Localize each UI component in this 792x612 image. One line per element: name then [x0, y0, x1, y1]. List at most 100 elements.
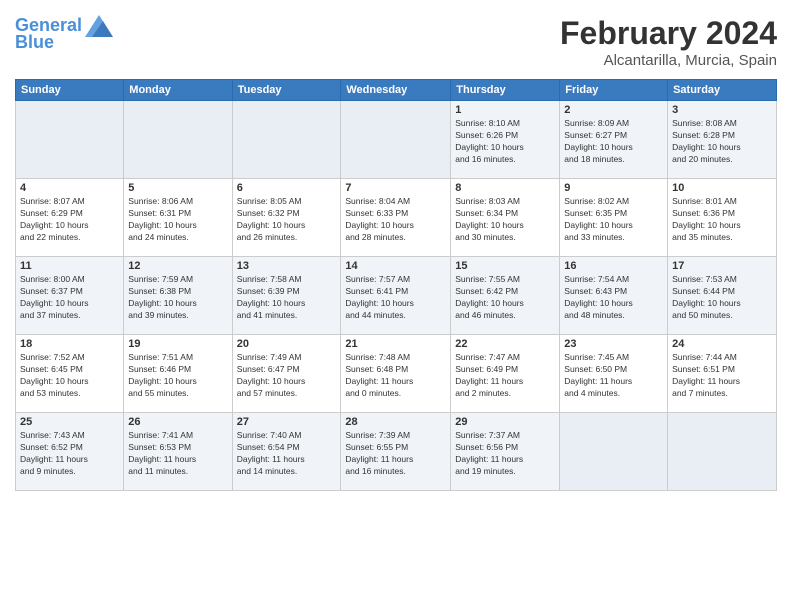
calendar-cell: 18 Sunrise: 7:52 AM Sunset: 6:45 PM Dayli…	[16, 335, 124, 413]
calendar-cell: 16 Sunrise: 7:54 AM Sunset: 6:43 PM Dayli…	[560, 257, 668, 335]
day-number: 2	[564, 104, 663, 116]
calendar-cell: 26Sunrise: 7:41 AM Sunset: 6:53 PM Dayli…	[124, 413, 232, 491]
calendar-cell: 12 Sunrise: 7:59 AM Sunset: 6:38 PM Dayli…	[124, 257, 232, 335]
calendar-cell	[124, 101, 232, 179]
calendar-cell: 9Sunrise: 8:02 AM Sunset: 6:35 PM Daylig…	[560, 179, 668, 257]
day-number: 12	[128, 260, 227, 272]
calendar-week-row: 4Sunrise: 8:07 AM Sunset: 6:29 PM Daylig…	[16, 179, 777, 257]
day-info: Sunrise: 8:07 AM Sunset: 6:29 PM Dayligh…	[20, 196, 119, 244]
day-info: Sunrise: 8:09 AM Sunset: 6:27 PM Dayligh…	[564, 118, 663, 166]
calendar-cell: 6 Sunrise: 8:05 AM Sunset: 6:32 PM Daylig…	[232, 179, 341, 257]
calendar-cell	[232, 101, 341, 179]
calendar-week-row: 18 Sunrise: 7:52 AM Sunset: 6:45 PM Dayli…	[16, 335, 777, 413]
day-info: Sunrise: 7:39 AM Sunset: 6:55 PM Dayligh…	[345, 430, 446, 478]
logo: General Blue	[15, 15, 113, 53]
day-info: Sunrise: 7:45 AM Sunset: 6:50 PM Dayligh…	[564, 352, 663, 400]
day-number: 19	[128, 338, 227, 350]
calendar-cell: 17 Sunrise: 7:53 AM Sunset: 6:44 PM Dayli…	[668, 257, 777, 335]
day-of-week-header: Saturday	[668, 80, 777, 101]
day-info: Sunrise: 7:55 AM Sunset: 6:42 PM Dayligh…	[455, 274, 555, 322]
day-info: Sunrise: 8:05 AM Sunset: 6:32 PM Dayligh…	[237, 196, 337, 244]
calendar-cell: 25 Sunrise: 7:43 AM Sunset: 6:52 PM Dayli…	[16, 413, 124, 491]
day-of-week-header: Sunday	[16, 80, 124, 101]
day-number: 13	[237, 260, 337, 272]
calendar-cell: 21Sunrise: 7:48 AM Sunset: 6:48 PM Dayli…	[341, 335, 451, 413]
logo-icon	[85, 15, 113, 37]
calendar-cell	[668, 413, 777, 491]
day-number: 20	[237, 338, 337, 350]
day-number: 5	[128, 182, 227, 194]
day-number: 23	[564, 338, 663, 350]
day-number: 25	[20, 416, 119, 428]
day-number: 7	[345, 182, 446, 194]
day-info: Sunrise: 7:43 AM Sunset: 6:52 PM Dayligh…	[20, 430, 119, 478]
day-info: Sunrise: 7:51 AM Sunset: 6:46 PM Dayligh…	[128, 352, 227, 400]
day-number: 28	[345, 416, 446, 428]
logo-text-blue: Blue	[15, 33, 54, 53]
day-info: Sunrise: 8:03 AM Sunset: 6:34 PM Dayligh…	[455, 196, 555, 244]
calendar-page: General Blue February 2024 Alcantarilla,…	[0, 0, 792, 612]
day-info: Sunrise: 7:41 AM Sunset: 6:53 PM Dayligh…	[128, 430, 227, 478]
day-info: Sunrise: 7:58 AM Sunset: 6:39 PM Dayligh…	[237, 274, 337, 322]
calendar-table: SundayMondayTuesdayWednesdayThursdayFrid…	[15, 79, 777, 491]
day-info: Sunrise: 7:47 AM Sunset: 6:49 PM Dayligh…	[455, 352, 555, 400]
day-number: 29	[455, 416, 555, 428]
day-info: Sunrise: 7:52 AM Sunset: 6:45 PM Dayligh…	[20, 352, 119, 400]
day-number: 24	[672, 338, 772, 350]
day-of-week-header: Wednesday	[341, 80, 451, 101]
location: Alcantarilla, Murcia, Spain	[560, 52, 777, 69]
day-of-week-header: Tuesday	[232, 80, 341, 101]
day-info: Sunrise: 7:48 AM Sunset: 6:48 PM Dayligh…	[345, 352, 446, 400]
day-number: 6	[237, 182, 337, 194]
calendar-cell	[16, 101, 124, 179]
calendar-cell: 11Sunrise: 8:00 AM Sunset: 6:37 PM Dayli…	[16, 257, 124, 335]
day-number: 10	[672, 182, 772, 194]
calendar-cell: 3 Sunrise: 8:08 AM Sunset: 6:28 PM Daylig…	[668, 101, 777, 179]
calendar-cell	[341, 101, 451, 179]
day-info: Sunrise: 7:59 AM Sunset: 6:38 PM Dayligh…	[128, 274, 227, 322]
day-number: 11	[20, 260, 119, 272]
day-number: 9	[564, 182, 663, 194]
day-of-week-header: Thursday	[451, 80, 560, 101]
calendar-cell: 1 Sunrise: 8:10 AM Sunset: 6:26 PM Daylig…	[451, 101, 560, 179]
calendar-cell: 19 Sunrise: 7:51 AM Sunset: 6:46 PM Dayli…	[124, 335, 232, 413]
calendar-cell: 22 Sunrise: 7:47 AM Sunset: 6:49 PM Dayli…	[451, 335, 560, 413]
day-number: 14	[345, 260, 446, 272]
day-info: Sunrise: 8:08 AM Sunset: 6:28 PM Dayligh…	[672, 118, 772, 166]
calendar-cell: 2 Sunrise: 8:09 AM Sunset: 6:27 PM Daylig…	[560, 101, 668, 179]
day-info: Sunrise: 7:49 AM Sunset: 6:47 PM Dayligh…	[237, 352, 337, 400]
calendar-cell: 23 Sunrise: 7:45 AM Sunset: 6:50 PM Dayli…	[560, 335, 668, 413]
day-info: Sunrise: 8:04 AM Sunset: 6:33 PM Dayligh…	[345, 196, 446, 244]
header: General Blue February 2024 Alcantarilla,…	[15, 15, 777, 69]
day-of-week-header: Monday	[124, 80, 232, 101]
day-number: 1	[455, 104, 555, 116]
day-info: Sunrise: 7:53 AM Sunset: 6:44 PM Dayligh…	[672, 274, 772, 322]
calendar-cell: 20 Sunrise: 7:49 AM Sunset: 6:47 PM Dayli…	[232, 335, 341, 413]
day-info: Sunrise: 7:57 AM Sunset: 6:41 PM Dayligh…	[345, 274, 446, 322]
day-number: 17	[672, 260, 772, 272]
calendar-cell: 8 Sunrise: 8:03 AM Sunset: 6:34 PM Daylig…	[451, 179, 560, 257]
day-of-week-header: Friday	[560, 80, 668, 101]
calendar-cell: 24 Sunrise: 7:44 AM Sunset: 6:51 PM Dayli…	[668, 335, 777, 413]
calendar-cell: 10Sunrise: 8:01 AM Sunset: 6:36 PM Dayli…	[668, 179, 777, 257]
day-number: 15	[455, 260, 555, 272]
calendar-cell: 5Sunrise: 8:06 AM Sunset: 6:31 PM Daylig…	[124, 179, 232, 257]
day-info: Sunrise: 7:54 AM Sunset: 6:43 PM Dayligh…	[564, 274, 663, 322]
day-info: Sunrise: 7:40 AM Sunset: 6:54 PM Dayligh…	[237, 430, 337, 478]
day-info: Sunrise: 8:10 AM Sunset: 6:26 PM Dayligh…	[455, 118, 555, 166]
day-number: 22	[455, 338, 555, 350]
calendar-cell: 29Sunrise: 7:37 AM Sunset: 6:56 PM Dayli…	[451, 413, 560, 491]
day-number: 18	[20, 338, 119, 350]
day-number: 16	[564, 260, 663, 272]
calendar-cell: 7 Sunrise: 8:04 AM Sunset: 6:33 PM Daylig…	[341, 179, 451, 257]
calendar-cell: 13 Sunrise: 7:58 AM Sunset: 6:39 PM Dayli…	[232, 257, 341, 335]
day-info: Sunrise: 7:44 AM Sunset: 6:51 PM Dayligh…	[672, 352, 772, 400]
calendar-cell: 15 Sunrise: 7:55 AM Sunset: 6:42 PM Dayli…	[451, 257, 560, 335]
day-number: 8	[455, 182, 555, 194]
calendar-cell: 4Sunrise: 8:07 AM Sunset: 6:29 PM Daylig…	[16, 179, 124, 257]
calendar-week-row: 1 Sunrise: 8:10 AM Sunset: 6:26 PM Daylig…	[16, 101, 777, 179]
day-number: 3	[672, 104, 772, 116]
month-title: February 2024	[560, 15, 777, 52]
calendar-cell: 14 Sunrise: 7:57 AM Sunset: 6:41 PM Dayli…	[341, 257, 451, 335]
title-section: February 2024 Alcantarilla, Murcia, Spai…	[560, 15, 777, 69]
